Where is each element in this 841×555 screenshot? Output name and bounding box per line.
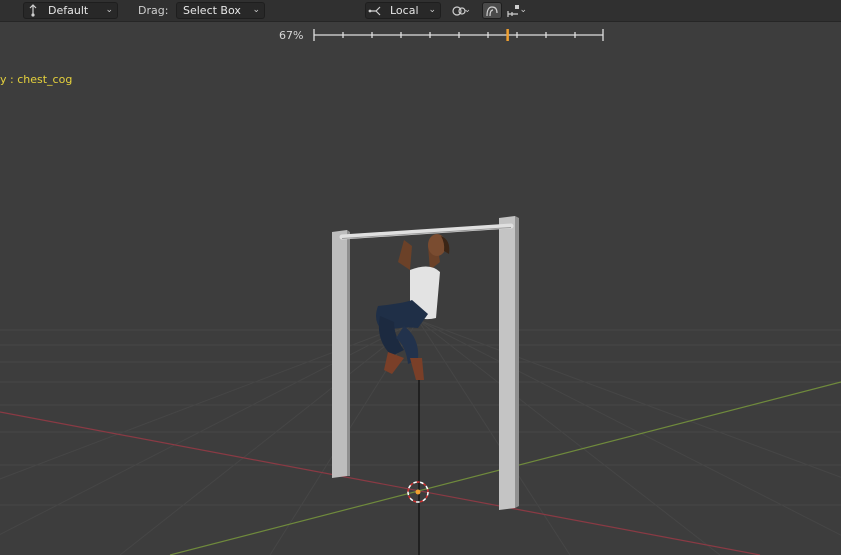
pullup-bar-frame[interactable] (332, 216, 519, 510)
floor-grid (0, 319, 841, 555)
x-axis-line (0, 411, 761, 555)
percent-slider[interactable] (0, 0, 841, 50)
3d-viewport[interactable] (0, 0, 841, 555)
character-model[interactable] (376, 234, 450, 380)
active-object-label: y : chest_cog (0, 73, 73, 86)
